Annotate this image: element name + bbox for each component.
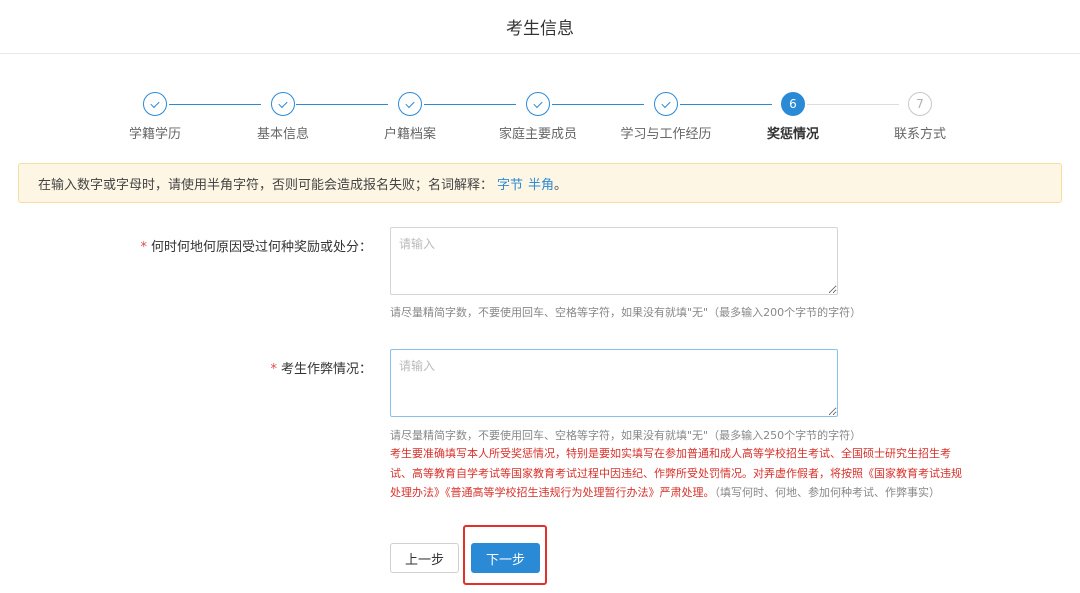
next-button[interactable]: 下一步 [471,543,540,573]
cheat-textarea[interactable] [390,349,838,417]
step-5[interactable]: 学习与工作经历 [606,92,726,142]
check-icon [654,92,678,116]
step-7[interactable]: 7 联系方式 [860,92,980,142]
step-label: 联系方式 [893,127,946,142]
step-number: 7 [908,92,932,116]
cheat-label-text: 考生作弊情况： [280,362,372,377]
reward-hint: 请尽量精简字数，不要使用回车、空格等字符，如果没有就填"无"（最多输入200个字… [390,306,862,319]
step-label: 基本信息 [256,127,309,142]
step-label: 学习与工作经历 [620,127,712,142]
check-icon [271,92,295,116]
notice-banner: 在输入数字或字母时，请使用半角字符，否则可能会造成报名失败；名词解释： 字节 半… [18,163,1062,203]
check-icon [526,92,550,116]
step-4[interactable]: 家庭主要成员 [478,92,598,142]
step-number: 6 [781,92,805,116]
notice-text: 在输入数字或字母时，请使用半角字符，否则可能会造成报名失败；名词解释： [38,177,494,193]
step-label: 家庭主要成员 [498,127,577,142]
page-title: 考生信息 [506,19,574,39]
check-icon [398,92,422,116]
step-label: 户籍档案 [383,127,436,142]
glossary-link-byte[interactable]: 字节 [497,174,523,193]
required-mark: * [140,240,147,255]
step-label: 奖惩情况 [766,127,819,142]
cheat-warning: 考生要准确填写本人所受奖惩情况，特别是要如实填写在参加普通和成人高等学校招生考试… [390,444,970,503]
glossary-link-halfwidth[interactable]: 半角 [528,174,554,193]
cheat-label: * 考生作弊情况： [270,358,372,377]
notice-end: 。 [554,177,568,193]
prev-button[interactable]: 上一步 [390,543,459,573]
required-mark: * [270,362,277,377]
cheat-hint: 请尽量精简字数，不要使用回车、空格等字符，如果没有就填"无"（最多输入250个字… [390,429,862,442]
step-3[interactable]: 户籍档案 [350,92,470,142]
cheat-warning-note: （填写何时、何地、参加何种考试、作弊事实） [714,486,941,499]
step-2[interactable]: 基本信息 [223,92,343,142]
page-header: 考生信息 [0,0,1080,54]
check-icon [143,92,167,116]
step-label: 学籍学历 [128,127,181,142]
reward-textarea[interactable] [390,227,838,295]
step-6[interactable]: 6 奖惩情况 [733,92,853,142]
step-1[interactable]: 学籍学历 [95,92,215,142]
reward-label-text: 何时何地何原因受过何种奖励或处分： [150,240,372,255]
reward-label: * 何时何地何原因受过何种奖励或处分： [140,236,372,255]
